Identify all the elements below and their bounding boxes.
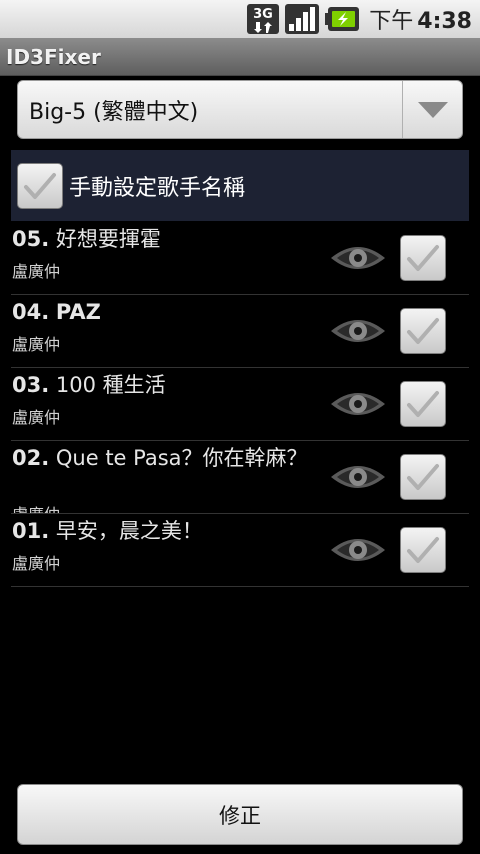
track-title-text: PAZ (55, 300, 101, 324)
signal-strength-icon (285, 4, 320, 34)
manual-artist-row[interactable]: 手動設定歌手名稱 (11, 150, 469, 221)
status-time: 下午 4:38 (369, 3, 472, 35)
track-row[interactable]: 04. PAZ 盧廣仲 (11, 295, 469, 368)
track-artist: 盧廣仲 (12, 335, 61, 354)
track-artist: 盧廣仲 (12, 262, 61, 281)
triangle-down-icon (402, 81, 462, 138)
3g-data-icon: 3G (247, 4, 280, 34)
checkmark-icon (407, 537, 439, 563)
battery-charging-icon (325, 4, 360, 34)
track-title-text: 早安，晨之美！ (55, 519, 203, 543)
eye-icon[interactable] (329, 382, 387, 426)
manual-artist-label: 手動設定歌手名稱 (69, 175, 246, 201)
track-row[interactable]: 02. Que te Pasa？你在幹麻？ 盧廣仲 (11, 441, 469, 514)
eye-icon[interactable] (329, 309, 387, 353)
track-title-text: Que te Pasa？你在幹麻？ (55, 446, 308, 470)
status-bar: 3G 下午 4:38 (0, 0, 480, 38)
track-checkbox[interactable] (400, 308, 446, 354)
checkmark-icon (407, 464, 439, 490)
track-number: 04. (12, 300, 50, 324)
svg-text:3G: 3G (253, 7, 273, 22)
manual-artist-checkbox[interactable] (17, 162, 63, 209)
fix-button[interactable]: 修正 (17, 784, 463, 845)
encoding-spinner-value: Big-5 (繁體中文) (29, 99, 199, 125)
checkmark-icon (407, 391, 439, 417)
track-title-text: 100 種生活 (55, 373, 166, 397)
eye-icon[interactable] (329, 455, 387, 499)
eye-icon[interactable] (329, 528, 387, 572)
track-list: 05. 好想要揮霍 盧廣仲 04. PAZ 盧廣仲 03. 100 種生活 盧廣… (11, 222, 469, 587)
track-number: 01. (12, 519, 50, 543)
time-value: 4:38 (417, 9, 472, 34)
track-row[interactable]: 03. 100 種生活 盧廣仲 (11, 368, 469, 441)
track-checkbox[interactable] (400, 381, 446, 427)
track-checkbox[interactable] (400, 527, 446, 573)
checkmark-icon (24, 172, 56, 199)
time-period: 下午 (369, 9, 414, 34)
track-checkbox[interactable] (400, 454, 446, 500)
app-title: ID3Fixer (6, 44, 101, 69)
track-artist: 盧廣仲 (12, 554, 61, 573)
track-checkbox[interactable] (400, 235, 446, 281)
track-artist: 盧廣仲 (12, 501, 60, 513)
track-row[interactable]: 05. 好想要揮霍 盧廣仲 (11, 222, 469, 295)
track-title-text: 好想要揮霍 (55, 227, 161, 251)
track-row[interactable]: 01. 早安，晨之美！ 盧廣仲 (11, 514, 469, 587)
checkmark-icon (407, 245, 439, 271)
app-title-bar: ID3Fixer (0, 38, 480, 76)
encoding-spinner[interactable]: Big-5 (繁體中文) (17, 80, 463, 139)
track-title: 01. 早安，晨之美！ (12, 517, 312, 545)
eye-icon[interactable] (329, 236, 387, 280)
track-title: 04. PAZ (12, 298, 312, 326)
checkmark-icon (407, 318, 439, 344)
track-number: 03. (12, 373, 50, 397)
track-number: 02. (12, 446, 50, 470)
track-title: 03. 100 種生活 (12, 371, 312, 399)
track-title: 05. 好想要揮霍 (12, 225, 312, 253)
track-artist: 盧廣仲 (12, 408, 61, 427)
track-number: 05. (12, 227, 50, 251)
track-title: 02. Que te Pasa？你在幹麻？ (12, 444, 312, 472)
